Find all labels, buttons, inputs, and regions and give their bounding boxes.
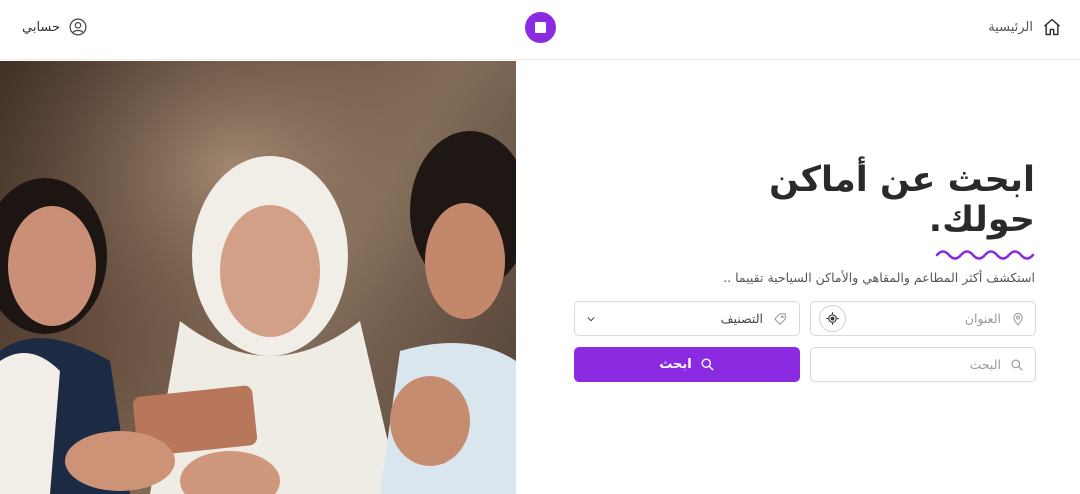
chevron-down-icon [585,314,597,324]
header: الرئيسية حسابي [0,0,1080,60]
home-icon [1042,17,1062,37]
user-icon [68,17,88,37]
search-placeholder: البحث [969,357,1001,372]
nav-home[interactable]: الرئيسية [988,17,1062,37]
search-icon [1010,358,1024,372]
locate-icon [825,311,840,326]
logo-icon[interactable] [525,12,556,43]
location-pin-icon [1011,311,1025,327]
nav-account-label: حسابي [22,19,61,35]
hero-subtitle: استكشف أكثر المطاعم والمقاهي والأماكن ال… [723,270,1035,285]
nav-home-label: الرئيسية [988,19,1033,35]
hero-photo [0,61,516,494]
hero-title: ابحث عن أماكن حولك. [735,160,1035,240]
address-field[interactable]: العنوان [810,301,1036,336]
search-button-label: ابحث [659,357,692,372]
locate-button[interactable] [819,305,846,332]
tag-icon [773,312,787,326]
squiggle-decoration [935,250,1035,260]
search-input[interactable]: البحث [810,347,1036,382]
hero-title-line2: حولك. [928,200,1035,240]
hero-title-line1: ابحث عن أماكن [769,160,1035,200]
search-button[interactable]: ابحث [574,347,800,382]
category-select[interactable]: التصنيف [574,301,800,336]
category-value: التصنيف [720,311,763,326]
address-placeholder: العنوان [964,311,1001,326]
search-button-icon [700,357,715,372]
nav-account[interactable]: حسابي [22,17,88,37]
